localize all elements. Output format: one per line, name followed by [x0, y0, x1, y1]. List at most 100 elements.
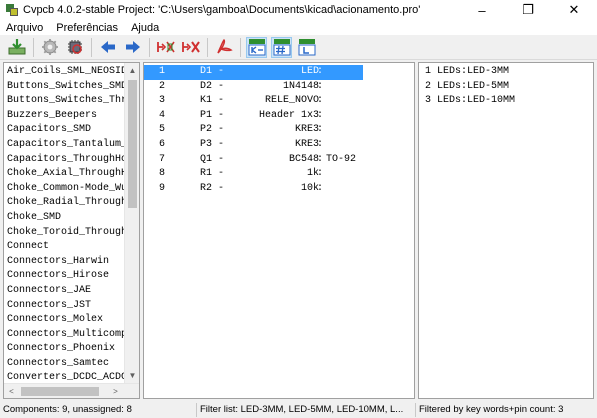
library-item[interactable]: Buzzers_Beepers	[4, 109, 125, 124]
library-item[interactable]: Buttons_Switches_Throu	[4, 94, 125, 109]
component-row[interactable]: 7 Q1- BC548: TO-92	[144, 153, 414, 168]
menu-arquivo[interactable]: Arquivo	[4, 22, 45, 34]
scroll-thumb[interactable]	[21, 387, 99, 396]
component-row[interactable]: 3 K1- RELE_NOVO:	[144, 94, 414, 109]
library-item[interactable]: Connectors_Multicomp	[4, 328, 125, 343]
library-item[interactable]: Capacitors_Tantalum_SM	[4, 138, 125, 153]
minimize-button[interactable]: –	[459, 0, 505, 20]
library-item[interactable]: Capacitors_ThroughHole	[4, 153, 125, 168]
filter-library-button[interactable]	[296, 37, 317, 58]
delete-associations-button[interactable]	[180, 37, 201, 58]
next-button[interactable]	[122, 37, 143, 58]
component-number: 5	[159, 124, 166, 136]
library-list-panel: Air_Coils_SML_NEOSID Buttons_Switches_SMD…	[3, 62, 140, 399]
library-vertical-scrollbar[interactable]: ▲ ▼	[124, 63, 139, 383]
close-button[interactable]: ✕	[551, 0, 597, 20]
library-item[interactable]: Buttons_Switches_SMD	[4, 80, 125, 95]
settings-button[interactable]	[39, 37, 60, 58]
status-components: Components: 9, unassigned: 8	[3, 404, 132, 415]
component-separator: -	[218, 109, 225, 121]
status-filtered-by: Filtered by key words+pin count: 3	[419, 404, 564, 415]
footprint-item[interactable]: 1 LEDs:LED-3MM	[419, 65, 593, 80]
auto-associate-button[interactable]	[155, 37, 176, 58]
component-row[interactable]: 6 P3- KRE3:	[144, 138, 414, 153]
scroll-left-arrow-icon[interactable]: <	[4, 384, 19, 398]
library-item[interactable]: Connectors_Harwin	[4, 255, 125, 270]
library-item[interactable]: Connectors_Hirose	[4, 269, 125, 284]
scroll-corner	[124, 384, 139, 398]
library-item[interactable]: Choke_Common-Mode_Wurt	[4, 182, 125, 197]
component-row[interactable]: 4 P1- Header 1x3:	[144, 109, 414, 124]
component-reference: P1	[200, 109, 213, 121]
component-colon: :	[317, 95, 324, 107]
filter-keywords-button[interactable]	[246, 36, 267, 58]
pdf-button[interactable]	[213, 37, 234, 58]
filter-pin-count-icon	[273, 39, 290, 56]
component-colon: :	[317, 182, 324, 194]
component-reference: R1	[200, 168, 213, 180]
component-reference: D2	[200, 80, 213, 92]
component-separator: -	[218, 138, 225, 150]
library-list[interactable]: Air_Coils_SML_NEOSID Buttons_Switches_SMD…	[4, 63, 125, 383]
footprint-item[interactable]: 3 LEDs:LED-10MM	[419, 94, 593, 109]
menu-ajuda[interactable]: Ajuda	[129, 22, 161, 34]
component-row[interactable]: 8 R1- 1k:	[144, 167, 414, 182]
toolbar-separator	[149, 37, 150, 57]
component-separator: -	[218, 66, 225, 77]
library-item[interactable]: Converters_DCDC_ACDC	[4, 371, 125, 383]
library-item[interactable]: Connectors_JAE	[4, 284, 125, 299]
component-row[interactable]: 1 D1- LED:	[144, 65, 363, 80]
library-item[interactable]: Choke_SMD	[4, 211, 125, 226]
library-item[interactable]: Choke_Radial_ThroughHo	[4, 196, 125, 211]
maximize-button[interactable]: ❐	[505, 0, 551, 20]
footprint-item[interactable]: 2 LEDs:LED-5MM	[419, 80, 593, 95]
library-item[interactable]: Air_Coils_SML_NEOSID	[4, 65, 125, 80]
library-horizontal-scrollbar[interactable]: < >	[4, 383, 139, 398]
window-controls: – ❐ ✕	[459, 0, 597, 20]
component-separator: -	[218, 182, 225, 194]
library-item[interactable]: Choke_Axial_ThroughHol	[4, 167, 125, 182]
component-row[interactable]: 9 R2- 10k:	[144, 182, 414, 197]
component-separator: -	[218, 168, 225, 180]
component-colon: :	[317, 168, 324, 180]
component-number: 8	[159, 168, 166, 180]
library-item[interactable]: Connectors_Molex	[4, 313, 125, 328]
component-footprint: TO-92	[326, 153, 357, 165]
component-value: RELE_NOVO	[264, 95, 319, 107]
component-row[interactable]: 5 P2- KRE3:	[144, 123, 414, 138]
component-number: 1	[159, 66, 166, 77]
window-title: Cvpcb 4.0.2-stable Project: 'C:\Users\ga…	[23, 4, 421, 16]
save-button[interactable]	[6, 37, 27, 58]
library-item[interactable]: Choke_Toroid_ThroughHo	[4, 226, 125, 241]
component-reference: P3	[200, 138, 213, 150]
scroll-up-arrow-icon[interactable]: ▲	[125, 63, 139, 78]
library-item[interactable]: Connectors_JST	[4, 299, 125, 314]
auto-associate-icon	[156, 41, 175, 53]
library-item[interactable]: Capacitors_SMD	[4, 123, 125, 138]
scroll-down-arrow-icon[interactable]: ▼	[125, 368, 139, 383]
delete-associations-icon	[181, 41, 200, 53]
previous-arrow-icon	[100, 41, 115, 53]
menu-preferencias[interactable]: Preferências	[54, 22, 120, 34]
component-list-panel: 1 D1- LED:2 D2-1N4148:3 K1- RELE_NOVO:4 P1- Hea…	[143, 62, 415, 399]
component-value: LED	[300, 66, 319, 77]
component-value: BC548	[288, 153, 319, 165]
scroll-right-arrow-icon[interactable]: >	[108, 384, 123, 398]
toolbar	[0, 35, 597, 60]
library-item[interactable]: Connectors_Phoenix	[4, 342, 125, 357]
scroll-thumb[interactable]	[128, 80, 137, 208]
component-value: KRE3	[294, 138, 319, 150]
cvpcb-app-icon	[5, 3, 19, 17]
library-item[interactable]: Connect	[4, 240, 125, 255]
component-row[interactable]: 2 D2- 1N4148:	[144, 80, 414, 95]
library-item[interactable]: Connectors_Samtec	[4, 357, 125, 372]
component-number: 6	[159, 138, 166, 150]
view-footprint-button[interactable]	[64, 37, 85, 58]
footprint-list[interactable]: 1 LEDs:LED-3MM 2 LEDs:LED-5MM 3 LEDs:LED-1…	[419, 63, 593, 109]
previous-button[interactable]	[97, 37, 118, 58]
footprint-list-panel: 1 LEDs:LED-3MM 2 LEDs:LED-5MM 3 LEDs:LED-1…	[418, 62, 594, 399]
component-list[interactable]: 1 D1- LED:2 D2-1N4148:3 K1- RELE_NOVO:4 P1- Hea…	[144, 63, 414, 196]
status-bar: Components: 9, unassigned: 8 Filter list…	[0, 401, 597, 418]
filter-pin-count-button[interactable]	[271, 36, 292, 58]
toolbar-separator	[207, 37, 208, 57]
